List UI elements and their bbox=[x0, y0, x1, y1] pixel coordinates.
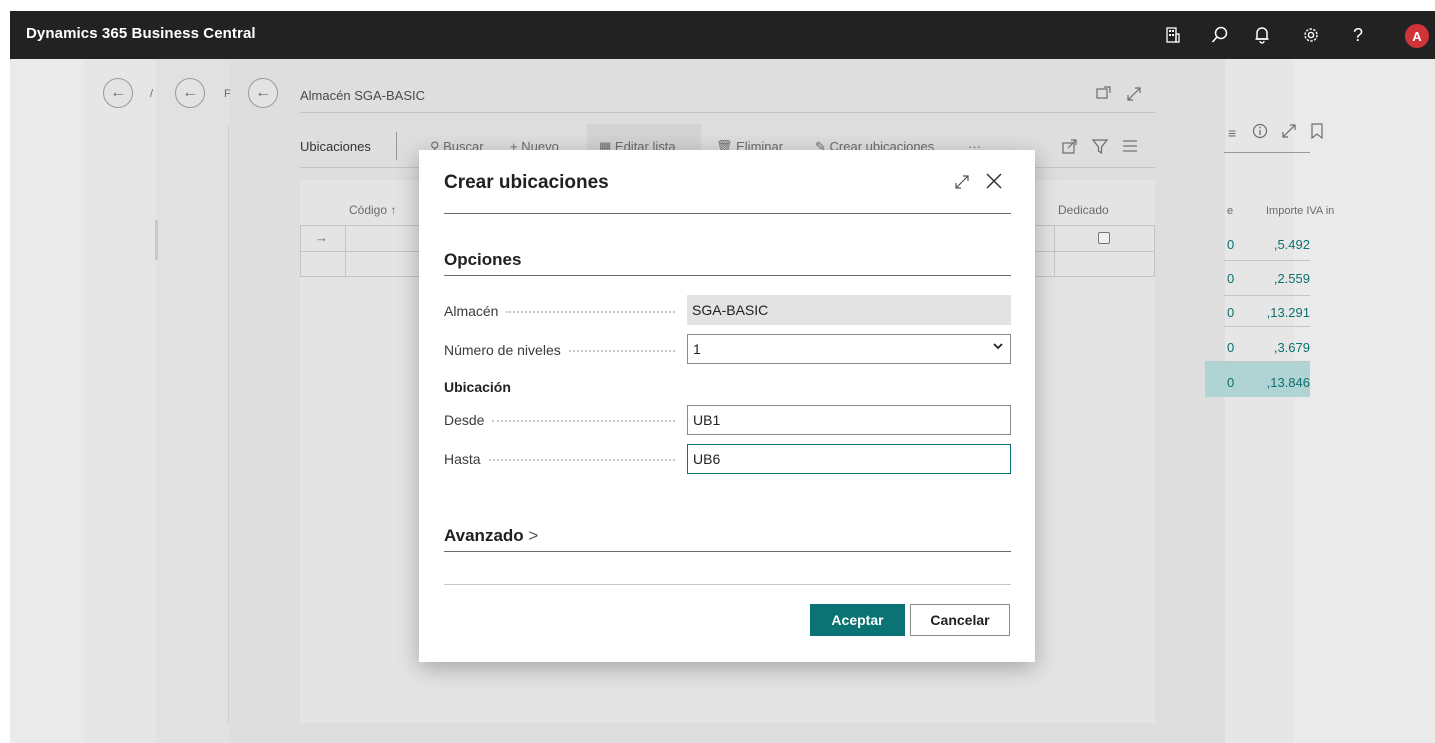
amount-row-line bbox=[1224, 361, 1310, 362]
selected-row-highlight-edge bbox=[1205, 361, 1224, 397]
from-input[interactable]: UB1 bbox=[687, 405, 1011, 435]
right-header-divider bbox=[1224, 152, 1310, 153]
underlying-sidebar-line bbox=[155, 220, 158, 260]
amount-value[interactable]: 13.846, bbox=[1267, 375, 1310, 390]
warehouse-field: SGA-BASIC bbox=[687, 295, 1011, 325]
label-dots bbox=[568, 350, 675, 352]
company-icon[interactable] bbox=[1162, 24, 1184, 46]
list-column-line bbox=[1054, 225, 1055, 276]
back-button-3[interactable]: ← bbox=[248, 78, 278, 108]
info-icon[interactable] bbox=[1252, 123, 1268, 143]
to-label-text: Hasta bbox=[444, 451, 481, 467]
amount-value[interactable]: 5.492, bbox=[1274, 237, 1310, 252]
app-title[interactable]: Dynamics 365 Business Central bbox=[26, 25, 256, 42]
tab-ubicaciones[interactable]: Ubicaciones bbox=[300, 139, 371, 154]
column-header-partial: e bbox=[1227, 205, 1234, 217]
list-icon-right[interactable]: ≡ bbox=[1228, 125, 1236, 141]
advanced-section-toggle[interactable]: Avanzado > bbox=[444, 526, 538, 546]
expand-dialog-icon[interactable] bbox=[953, 173, 971, 196]
underlying-sidebar-line bbox=[228, 125, 229, 725]
chevron-down-icon bbox=[992, 340, 1004, 355]
app-header: Dynamics 365 Business Central ? A bbox=[10, 11, 1435, 59]
column-header-code[interactable]: Código ↑ bbox=[349, 203, 396, 217]
list-column-line bbox=[1154, 225, 1155, 276]
close-icon[interactable] bbox=[984, 171, 1004, 196]
levels-label-text: Número de niveles bbox=[444, 342, 561, 358]
options-section-title[interactable]: Opciones bbox=[444, 250, 521, 270]
cancel-button[interactable]: Cancelar bbox=[910, 604, 1010, 636]
to-input[interactable]: UB6 bbox=[687, 444, 1011, 474]
header-divider bbox=[300, 112, 1155, 113]
avatar[interactable]: A bbox=[1405, 24, 1429, 48]
chevron-right-icon: > bbox=[528, 526, 539, 545]
dedicated-checkbox[interactable] bbox=[1098, 232, 1110, 244]
bookmark-icon[interactable] bbox=[1311, 123, 1323, 143]
action-separator bbox=[396, 132, 397, 160]
footer-divider bbox=[444, 584, 1011, 585]
sort-ascending-icon: ↑ bbox=[390, 203, 397, 217]
share-icon[interactable] bbox=[1062, 138, 1078, 158]
amount-value[interactable]: 3.679, bbox=[1274, 340, 1310, 355]
list-column-line bbox=[300, 225, 301, 276]
bin-subheading: Ubicación bbox=[444, 379, 511, 395]
column-header-dedicated[interactable]: Dedicado bbox=[1058, 203, 1109, 217]
advanced-section-divider bbox=[444, 551, 1011, 552]
list-view-icon[interactable] bbox=[1122, 139, 1138, 157]
back-button-2[interactable]: ← bbox=[175, 78, 205, 108]
dialog-title: Crear ubicaciones bbox=[444, 172, 609, 193]
list-column-line bbox=[345, 225, 346, 276]
search-icon[interactable] bbox=[1209, 24, 1231, 46]
amount-prefix: 0 bbox=[1227, 375, 1235, 390]
amount-prefix: 0 bbox=[1227, 305, 1235, 320]
to-label: Hasta bbox=[444, 451, 679, 467]
warehouse-label-text: Almacén bbox=[444, 303, 499, 319]
underlying-page-fragment: F bbox=[224, 88, 231, 100]
gear-icon[interactable] bbox=[1300, 24, 1322, 46]
from-label-text: Desde bbox=[444, 412, 485, 428]
from-label: Desde bbox=[444, 412, 679, 428]
filter-icon[interactable] bbox=[1091, 138, 1109, 158]
background-page-title: Almacén SGA-BASIC bbox=[300, 88, 425, 103]
advanced-section-title: Avanzado bbox=[444, 526, 524, 545]
amount-row-line bbox=[1224, 295, 1310, 296]
label-dots bbox=[488, 459, 675, 461]
dialog-header-divider bbox=[444, 213, 1011, 214]
amount-prefix: 0 bbox=[1227, 340, 1235, 355]
label-dots bbox=[506, 311, 675, 313]
expand-icon-right[interactable] bbox=[1281, 123, 1297, 143]
levels-select-value: 1 bbox=[693, 341, 701, 357]
levels-label: Número de niveles bbox=[444, 342, 679, 358]
column-header-code-label: Código bbox=[349, 203, 388, 217]
label-dots bbox=[492, 420, 675, 422]
levels-select[interactable]: 1 bbox=[687, 334, 1011, 364]
help-icon[interactable]: ? bbox=[1347, 24, 1369, 46]
amount-row-line bbox=[1224, 260, 1310, 261]
amount-row-line bbox=[1224, 326, 1310, 327]
options-section-divider bbox=[444, 275, 1011, 276]
amount-value[interactable]: 13.291, bbox=[1267, 305, 1310, 320]
create-bins-dialog: Crear ubicaciones Opciones Almacén SGA-B… bbox=[419, 150, 1035, 662]
ok-button[interactable]: Aceptar bbox=[810, 604, 905, 636]
warehouse-label: Almacén bbox=[444, 303, 679, 319]
bell-icon[interactable] bbox=[1251, 24, 1273, 46]
back-button-1[interactable]: ← bbox=[103, 78, 133, 108]
expand-icon[interactable] bbox=[1126, 86, 1142, 106]
open-new-window-icon[interactable] bbox=[1096, 86, 1112, 104]
amount-prefix: 0 bbox=[1227, 271, 1235, 286]
amount-value[interactable]: 2.559, bbox=[1274, 271, 1310, 286]
column-header-vat-amount[interactable]: Importe IVA in bbox=[1266, 205, 1334, 217]
underlying-page-fragment: / bbox=[150, 88, 154, 100]
row-selector-arrow[interactable]: → bbox=[315, 230, 328, 245]
amount-prefix: 0 bbox=[1227, 237, 1235, 252]
